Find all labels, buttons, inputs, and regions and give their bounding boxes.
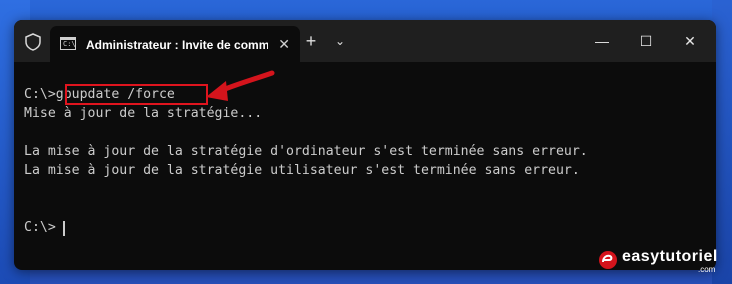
- logo-tld: .com: [698, 265, 716, 274]
- terminal-output[interactable]: C:\>gpupdate /force Mise à jour de la st…: [24, 82, 704, 262]
- command-highlight-box: [65, 84, 208, 105]
- logo-brand: easytutoriel: [622, 248, 718, 265]
- cmd-icon: C:\: [60, 37, 76, 50]
- tab-title: Administrateur : Invite de commandes: [86, 38, 268, 52]
- tab-close-icon[interactable]: ✕: [278, 35, 290, 53]
- shield-icon: [25, 33, 41, 51]
- prompt: C:\>: [24, 87, 56, 102]
- text-cursor: [63, 221, 65, 236]
- logo-icon: [599, 251, 617, 269]
- minimize-button[interactable]: —: [580, 26, 624, 56]
- tab-command-prompt[interactable]: C:\ Administrateur : Invite de commandes…: [50, 26, 300, 62]
- title-bar[interactable]: C:\ Administrateur : Invite de commandes…: [14, 20, 716, 62]
- terminal-window: C:\ Administrateur : Invite de commandes…: [14, 20, 716, 270]
- easytutoriel-logo: easytutoriel .com: [598, 246, 728, 276]
- prompt-line: C:\>: [24, 220, 56, 235]
- output-line: La mise à jour de la stratégie d'ordinat…: [24, 144, 588, 159]
- new-tab-button[interactable]: +: [300, 30, 322, 52]
- output-line: La mise à jour de la stratégie utilisate…: [24, 163, 580, 178]
- maximize-button[interactable]: ☐: [624, 26, 668, 56]
- chevron-down-icon[interactable]: ⌄: [329, 30, 351, 52]
- close-button[interactable]: ✕: [668, 26, 712, 56]
- red-arrow-icon: [206, 70, 275, 101]
